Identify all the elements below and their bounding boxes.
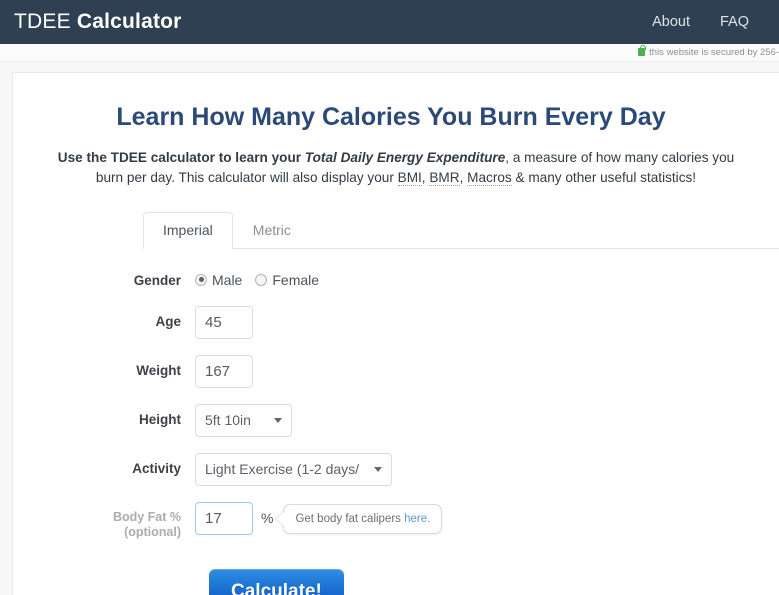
intro-sep-2: , xyxy=(459,170,468,186)
security-banner-text-wrap: this website is secured by 256-bit e xyxy=(638,45,779,58)
link-macros[interactable]: Macros xyxy=(467,170,512,187)
radio-label-male: Male xyxy=(212,271,243,288)
radio-option-female[interactable]: Female xyxy=(255,272,319,288)
form-row-age: Age xyxy=(13,305,779,339)
label-bodyfat: Body Fat % (optional) xyxy=(13,502,195,541)
chevron-down-icon xyxy=(374,466,382,472)
label-bodyfat-line1: Body Fat % xyxy=(112,509,181,524)
form-row-gender: Gender Male Female xyxy=(13,271,779,290)
bodyfat-tooltip: Get body fat calipers here. xyxy=(283,504,443,535)
page-wrapper: Learn How Many Calories You Burn Every D… xyxy=(0,62,779,595)
percent-sign: % xyxy=(261,510,274,527)
height-field: 5ft 10in xyxy=(195,403,292,437)
form-row-weight: Weight xyxy=(13,354,779,388)
link-bmr[interactable]: BMR xyxy=(429,170,460,187)
label-height: Height xyxy=(139,411,181,427)
security-banner-text: this website is secured by 256-bit e xyxy=(649,47,779,58)
label-gender: Gender xyxy=(133,272,181,288)
tooltip-text: Get body fat calipers xyxy=(295,513,405,526)
activity-field: Light Exercise (1-2 days/ xyxy=(195,452,392,486)
bodyfat-input[interactable] xyxy=(195,501,253,535)
form-row-height: Height 5ft 10in xyxy=(13,403,779,437)
radio-label-female: Female xyxy=(272,271,320,288)
lock-icon xyxy=(638,45,646,56)
security-banner: this website is secured by 256-bit e xyxy=(0,44,779,62)
submit-row: Calculate! xyxy=(13,557,779,595)
activity-select-value: Light Exercise (1-2 days/ xyxy=(205,461,360,478)
top-navbar: TDEE Calculator About FAQ C xyxy=(0,0,779,44)
radio-option-male[interactable]: Male xyxy=(195,272,242,288)
intro-tail-text: & many other useful statistics! xyxy=(511,170,697,186)
form-row-bodyfat: Body Fat % (optional) % Get body fat cal… xyxy=(13,501,779,541)
weight-input[interactable] xyxy=(195,354,253,388)
height-select[interactable]: 5ft 10in xyxy=(195,403,292,437)
form-row-activity: Activity Light Exercise (1-2 days/ xyxy=(13,452,779,486)
radio-icon-male[interactable] xyxy=(195,273,207,286)
tooltip-link-here[interactable]: here. xyxy=(404,513,430,525)
gender-radio-group: Male Female xyxy=(195,271,319,288)
logo-text-bold: Calculator xyxy=(76,10,182,33)
age-input[interactable] xyxy=(195,305,253,339)
tdee-form: Gender Male Female Age 45 Weight 167 Hei… xyxy=(13,249,779,595)
radio-icon-female[interactable] xyxy=(255,273,268,286)
intro-paragraph: Use the TDEE calculator to learn your To… xyxy=(41,148,751,189)
nav-link-about[interactable]: About xyxy=(652,14,690,30)
age-field xyxy=(195,305,253,339)
label-age: Age xyxy=(155,313,181,329)
activity-select[interactable]: Light Exercise (1-2 days/ xyxy=(195,452,392,486)
height-select-value: 5ft 10in xyxy=(205,412,251,429)
intro-bold-text: Use the TDEE calculator to learn your xyxy=(57,150,305,165)
calculate-button[interactable]: Calculate! xyxy=(209,568,344,595)
site-logo[interactable]: TDEE Calculator xyxy=(14,10,182,34)
label-weight: Weight xyxy=(136,362,181,378)
bodyfat-field: % Get body fat calipers here. xyxy=(195,501,443,535)
bodyfat-tooltip-wrap: Get body fat calipers here. xyxy=(283,504,443,535)
nav-links: About FAQ C xyxy=(652,14,779,30)
gender-field: Male Female xyxy=(195,271,319,288)
link-bmi[interactable]: BMI xyxy=(397,170,422,187)
label-activity: Activity xyxy=(132,460,181,476)
tab-imperial[interactable]: Imperial xyxy=(143,212,233,249)
label-bodyfat-line2: (optional) xyxy=(124,525,181,540)
weight-field xyxy=(195,354,253,388)
nav-link-faq[interactable]: FAQ xyxy=(720,14,749,30)
tab-metric[interactable]: Metric xyxy=(233,212,311,249)
intro-italic-text: Total Daily Energy Expenditure xyxy=(304,150,506,165)
logo-text-light: TDEE xyxy=(14,10,77,33)
unit-tabs: Imperial Metric xyxy=(143,211,779,249)
chevron-down-icon xyxy=(274,417,282,423)
page-title: Learn How Many Calories You Burn Every D… xyxy=(116,103,666,131)
content-card: Learn How Many Calories You Burn Every D… xyxy=(12,72,779,595)
